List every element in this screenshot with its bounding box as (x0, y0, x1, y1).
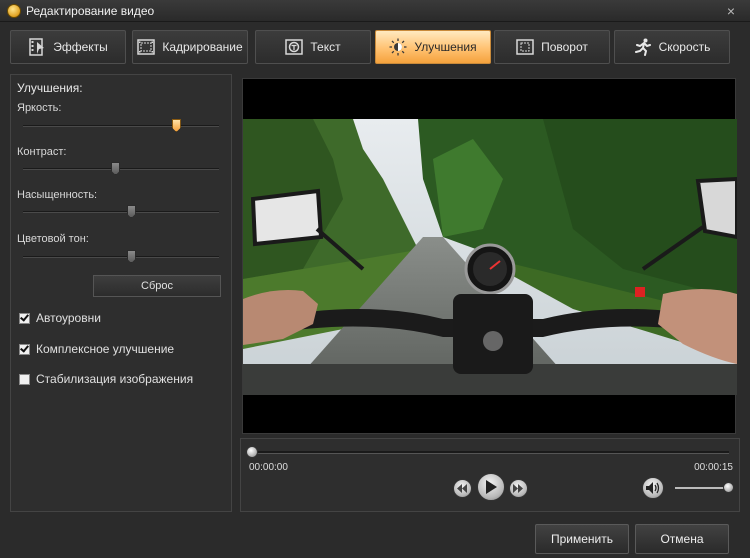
play-button[interactable] (477, 473, 505, 501)
film-effects-icon (29, 38, 45, 56)
tab-label: Улучшения (414, 40, 477, 54)
contrast-slider[interactable] (23, 162, 219, 175)
seek-bar[interactable] (246, 446, 729, 458)
window-title: Редактирование видео (26, 4, 155, 18)
tab-rotate[interactable]: Поворот (494, 30, 610, 64)
brightness-slider[interactable] (23, 119, 219, 132)
enhance-panel: Улучшения: Яркость: Контраст: Насыщеннос… (10, 74, 232, 512)
contrast-label: Контраст: (17, 146, 67, 158)
tab-label: Эффекты (53, 40, 108, 54)
tab-label: Поворот (541, 40, 588, 54)
rewind-icon (457, 484, 467, 493)
rewind-button[interactable] (453, 479, 472, 498)
tab-speed[interactable]: Скорость (614, 30, 730, 64)
tab-label: Кадрирование (162, 40, 243, 54)
hue-label: Цветовой тон: (17, 233, 89, 245)
tab-label: Скорость (658, 40, 711, 54)
fast-forward-button[interactable] (509, 479, 528, 498)
running-man-icon (634, 38, 651, 56)
contrast-thumb[interactable] (111, 162, 121, 175)
tab-effects[interactable]: Эффекты (10, 30, 126, 64)
speaker-icon (646, 482, 660, 494)
play-icon (486, 480, 497, 494)
volume-button[interactable] (642, 477, 664, 499)
seek-thumb[interactable] (246, 446, 258, 458)
cancel-button[interactable]: Отмена (635, 524, 729, 554)
volume-thumb[interactable] (723, 482, 735, 493)
fast-forward-icon (513, 484, 523, 493)
rotate-icon (516, 39, 534, 55)
video-frame-image (243, 119, 737, 395)
checkbox-box[interactable] (19, 342, 30, 355)
section-title: Улучшения: (17, 81, 83, 95)
checkbox-label: Комплексное улучшение (36, 342, 175, 356)
text-icon (285, 39, 304, 55)
checkbox-label: Стабилизация изображения (36, 372, 194, 386)
checkbox-box[interactable] (19, 311, 30, 324)
saturation-label: Насыщенность: (17, 189, 98, 201)
reset-button[interactable]: Сброс (93, 275, 221, 297)
checkbox-stabilization[interactable]: Стабилизация изображения (19, 372, 193, 386)
close-button[interactable]: × (722, 2, 740, 20)
current-time: 00:00:00 (249, 462, 288, 473)
total-time: 00:00:15 (694, 462, 733, 473)
checkbox-complex-enhance[interactable]: Комплексное улучшение (19, 342, 174, 356)
saturation-slider[interactable] (23, 205, 219, 218)
title-bar: Редактирование видео × (0, 0, 750, 22)
checkbox-box[interactable] (19, 373, 30, 385)
brightness-thumb[interactable] (171, 119, 181, 132)
video-preview (242, 78, 737, 434)
hue-slider[interactable] (23, 250, 219, 263)
checkbox-label: Автоуровни (36, 311, 101, 325)
tab-bar: Эффекты Кадрирование Текст Улучшения Пов… (10, 30, 740, 66)
tab-label: Текст (310, 40, 341, 54)
checkbox-auto-levels[interactable]: Автоуровни (19, 311, 101, 325)
apply-button[interactable]: Применить (535, 524, 629, 554)
volume-slider[interactable] (675, 482, 735, 493)
app-logo-icon (7, 4, 21, 18)
brightness-sun-icon (389, 38, 407, 56)
saturation-thumb[interactable] (126, 205, 136, 218)
brightness-label: Яркость: (17, 102, 62, 114)
tab-enhance[interactable]: Улучшения (375, 30, 491, 64)
hue-thumb[interactable] (126, 250, 136, 263)
tab-crop[interactable]: Кадрирование (132, 30, 248, 64)
motorcycle-road-scene (243, 119, 737, 395)
player-controls: 00:00:00 00:00:15 (240, 438, 740, 512)
crop-frame-icon (137, 39, 156, 55)
tab-text[interactable]: Текст (255, 30, 371, 64)
